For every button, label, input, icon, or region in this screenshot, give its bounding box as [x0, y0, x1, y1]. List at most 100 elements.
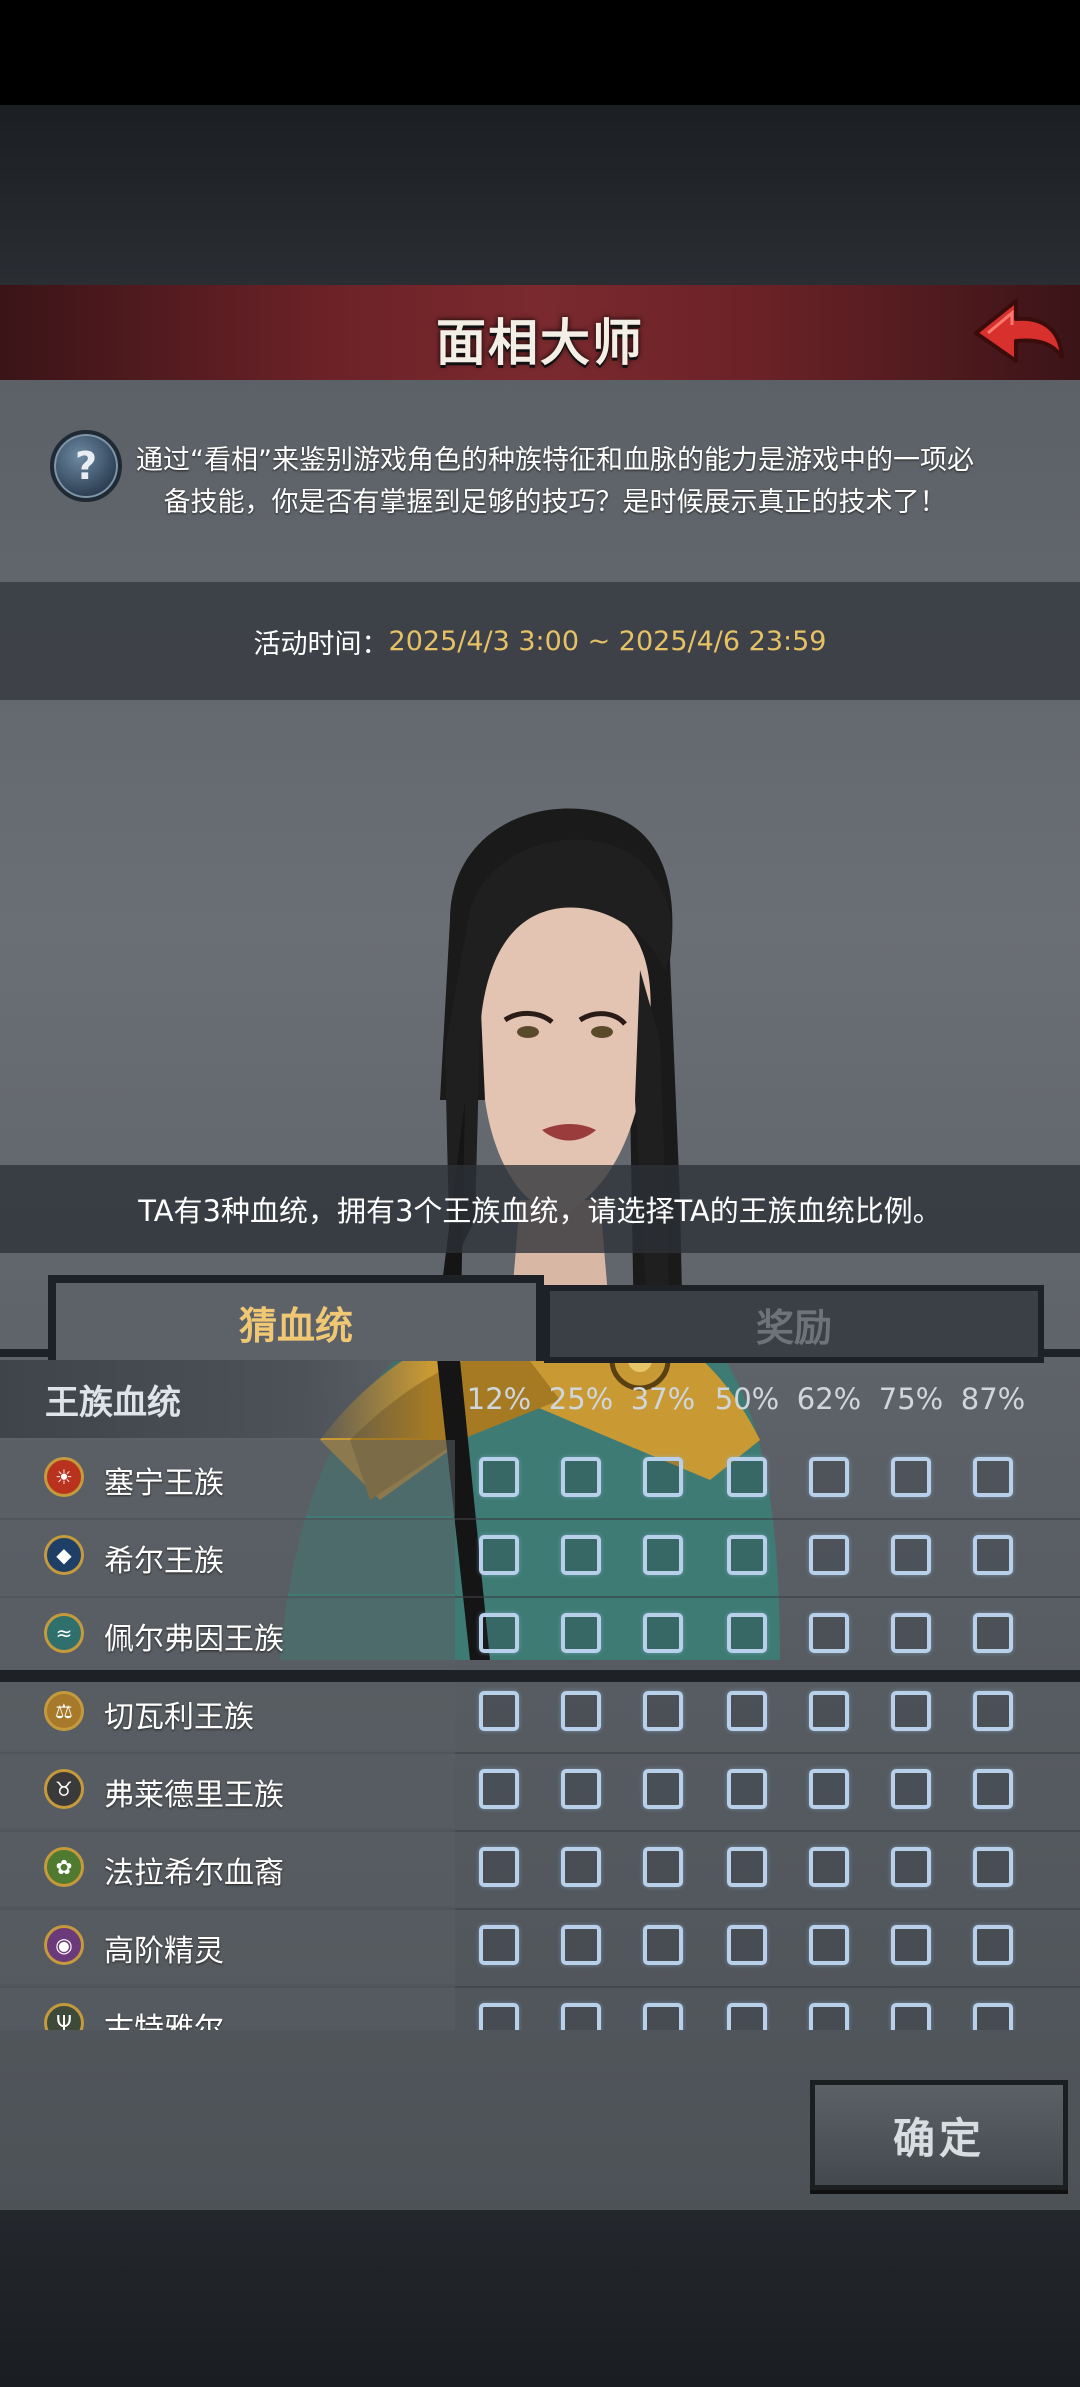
- bloodline-checkbox[interactable]: [891, 1535, 931, 1575]
- scales-emblem-icon: ⚖: [44, 1691, 84, 1731]
- bloodline-checkbox[interactable]: [891, 1691, 931, 1731]
- bloodline-label: 佩尔弗因王族: [104, 1622, 284, 1657]
- bloodline-checkbox[interactable]: [561, 1535, 601, 1575]
- bloodline-checkbox[interactable]: [479, 1691, 519, 1731]
- sun-emblem-icon: ☀: [44, 1457, 84, 1497]
- bloodline-checkbox[interactable]: [479, 1847, 519, 1887]
- bloodline-checkbox[interactable]: [479, 1769, 519, 1809]
- table-header-title: 王族血统: [0, 1360, 430, 1438]
- bloodline-checkbox[interactable]: [809, 1457, 849, 1497]
- bloodline-checkbox[interactable]: [643, 1769, 683, 1809]
- game-screen: 面相大师 ? 通过“看相”来鉴别游戏角色的种族特征和血脉的能力是游戏中的一项必备…: [0, 0, 1080, 2387]
- back-arrow-icon[interactable]: [968, 293, 1068, 373]
- bloodline-checkbox[interactable]: [809, 1613, 849, 1653]
- bloodline-checkbox[interactable]: [891, 1457, 931, 1497]
- bloodline-checkbox[interactable]: [643, 1535, 683, 1575]
- tab-guess-bloodline[interactable]: 猜血统: [48, 1275, 544, 1361]
- bloodline-checkbox[interactable]: [727, 1691, 767, 1731]
- eye-emblem-icon: ◉: [44, 1925, 84, 1965]
- help-symbol: ?: [74, 444, 98, 488]
- bloodline-checkbox[interactable]: [727, 1613, 767, 1653]
- bloodline-row: ♉ 弗莱德里王族: [0, 1752, 1080, 1832]
- bloodline-checkbox[interactable]: [973, 1925, 1013, 1965]
- bloodline-checkbox[interactable]: [561, 1691, 601, 1731]
- bloodline-checkbox[interactable]: [479, 1535, 519, 1575]
- status-bar: [0, 0, 1080, 105]
- bloodline-row: Ψ 古特雅尔: [0, 1986, 1080, 2030]
- bloodline-checkbox[interactable]: [643, 1925, 683, 1965]
- bloodline-label: 古特雅尔: [104, 2012, 224, 2030]
- bloodline-label: 塞宁王族: [104, 1466, 224, 1501]
- bloodline-checkbox[interactable]: [479, 1457, 519, 1497]
- main-panel: ? 通过“看相”来鉴别游戏角色的种族特征和血脉的能力是游戏中的一项必备技能，你是…: [0, 380, 1080, 2210]
- bloodline-row: ◆ 希尔王族: [0, 1518, 1080, 1598]
- table-bottom-border: [0, 1670, 1080, 1682]
- bloodline-checkbox[interactable]: [809, 2003, 849, 2030]
- bloodline-checkbox[interactable]: [809, 1535, 849, 1575]
- bloodline-checkbox[interactable]: [479, 2003, 519, 2030]
- question-text: TA有3种血统，拥有3个王族血统，请选择TA的王族血统比例。: [138, 1194, 942, 1228]
- bloodline-checkbox[interactable]: [891, 1613, 931, 1653]
- bloodline-checkbox[interactable]: [479, 1925, 519, 1965]
- bloodline-checkbox[interactable]: [973, 1691, 1013, 1731]
- bloodline-checkbox[interactable]: [973, 1535, 1013, 1575]
- pct-header-25: 25%: [548, 1382, 614, 1416]
- tab-bar: 猜血统 奖励: [0, 1275, 1080, 1363]
- bloodline-label: 高阶精灵: [104, 1934, 224, 1969]
- bloodline-checkbox[interactable]: [643, 1847, 683, 1887]
- bloodline-checkbox[interactable]: [973, 1847, 1013, 1887]
- pct-header-62: 62%: [796, 1382, 862, 1416]
- bloodline-checkbox[interactable]: [643, 1613, 683, 1653]
- question-bar: TA有3种血统，拥有3个王族血统，请选择TA的王族血统比例。: [0, 1165, 1080, 1253]
- bloodline-checkbox[interactable]: [479, 1613, 519, 1653]
- bloodline-checkbox[interactable]: [891, 2003, 931, 2030]
- bloodline-checkbox[interactable]: [643, 1457, 683, 1497]
- bloodline-checkbox[interactable]: [727, 1535, 767, 1575]
- bloodline-checkbox[interactable]: [809, 1847, 849, 1887]
- bloodline-checkbox[interactable]: [891, 1769, 931, 1809]
- bloodline-label: 法拉希尔血裔: [104, 1856, 284, 1891]
- bloodline-row: ◉ 高阶精灵: [0, 1908, 1080, 1988]
- mask-emblem-icon: ◆: [44, 1535, 84, 1575]
- bloodline-label: 弗莱德里王族: [104, 1778, 284, 1813]
- bloodline-checkbox[interactable]: [809, 1769, 849, 1809]
- tree-emblem-icon: ✿: [44, 1847, 84, 1887]
- pct-header-75: 75%: [878, 1382, 944, 1416]
- bloodline-checkbox[interactable]: [809, 1691, 849, 1731]
- bloodline-checkbox[interactable]: [561, 1769, 601, 1809]
- bloodline-checkbox[interactable]: [561, 1847, 601, 1887]
- help-icon[interactable]: ?: [50, 430, 122, 502]
- bloodline-checkbox[interactable]: [727, 2003, 767, 2030]
- bloodline-checkbox[interactable]: [727, 1847, 767, 1887]
- bloodline-checkbox[interactable]: [561, 1925, 601, 1965]
- bloodline-checkbox[interactable]: [727, 1769, 767, 1809]
- bloodline-checkbox[interactable]: [561, 1457, 601, 1497]
- bloodline-checkbox[interactable]: [561, 2003, 601, 2030]
- title-banner: 面相大师: [0, 285, 1080, 388]
- confirm-button[interactable]: 确定: [810, 2080, 1068, 2190]
- bloodline-checkbox[interactable]: [973, 1457, 1013, 1497]
- bottom-background: [0, 2210, 1080, 2387]
- bloodline-checkbox[interactable]: [727, 1925, 767, 1965]
- bloodline-checkbox[interactable]: [891, 1925, 931, 1965]
- bloodline-checkbox[interactable]: [643, 1691, 683, 1731]
- table-header: 王族血统 12% 25% 37% 50% 62% 75% 87%: [0, 1360, 1080, 1438]
- bloodline-row: ✿ 法拉希尔血裔: [0, 1830, 1080, 1910]
- bloodline-checkbox[interactable]: [643, 2003, 683, 2030]
- event-time-label: 活动时间：: [253, 628, 389, 660]
- tab-reward[interactable]: 奖励: [544, 1285, 1044, 1363]
- event-time-value: 2025/4/3 3:00 ~ 2025/4/6 23:59: [388, 625, 827, 657]
- wave-emblem-icon: ≈: [44, 1613, 84, 1653]
- bloodline-table: 王族血统 12% 25% 37% 50% 62% 75% 87% ☀ 塞宁王族 ◆ 希…: [0, 1360, 1080, 2030]
- bloodline-checkbox[interactable]: [973, 1613, 1013, 1653]
- bloodline-checkbox[interactable]: [973, 1769, 1013, 1809]
- intro-section: ? 通过“看相”来鉴别游戏角色的种族特征和血脉的能力是游戏中的一项必备技能，你是…: [0, 380, 1080, 580]
- bloodline-checkbox[interactable]: [727, 1457, 767, 1497]
- bloodline-checkbox[interactable]: [561, 1613, 601, 1653]
- bloodline-checkbox[interactable]: [891, 1847, 931, 1887]
- event-time-bar: 活动时间： 2025/4/3 3:00 ~ 2025/4/6 23:59: [0, 582, 1080, 700]
- bloodline-checkbox[interactable]: [973, 2003, 1013, 2030]
- bloodline-label: 切瓦利王族: [104, 1700, 254, 1735]
- bloodline-checkbox[interactable]: [809, 1925, 849, 1965]
- pct-header-50: 50%: [714, 1382, 780, 1416]
